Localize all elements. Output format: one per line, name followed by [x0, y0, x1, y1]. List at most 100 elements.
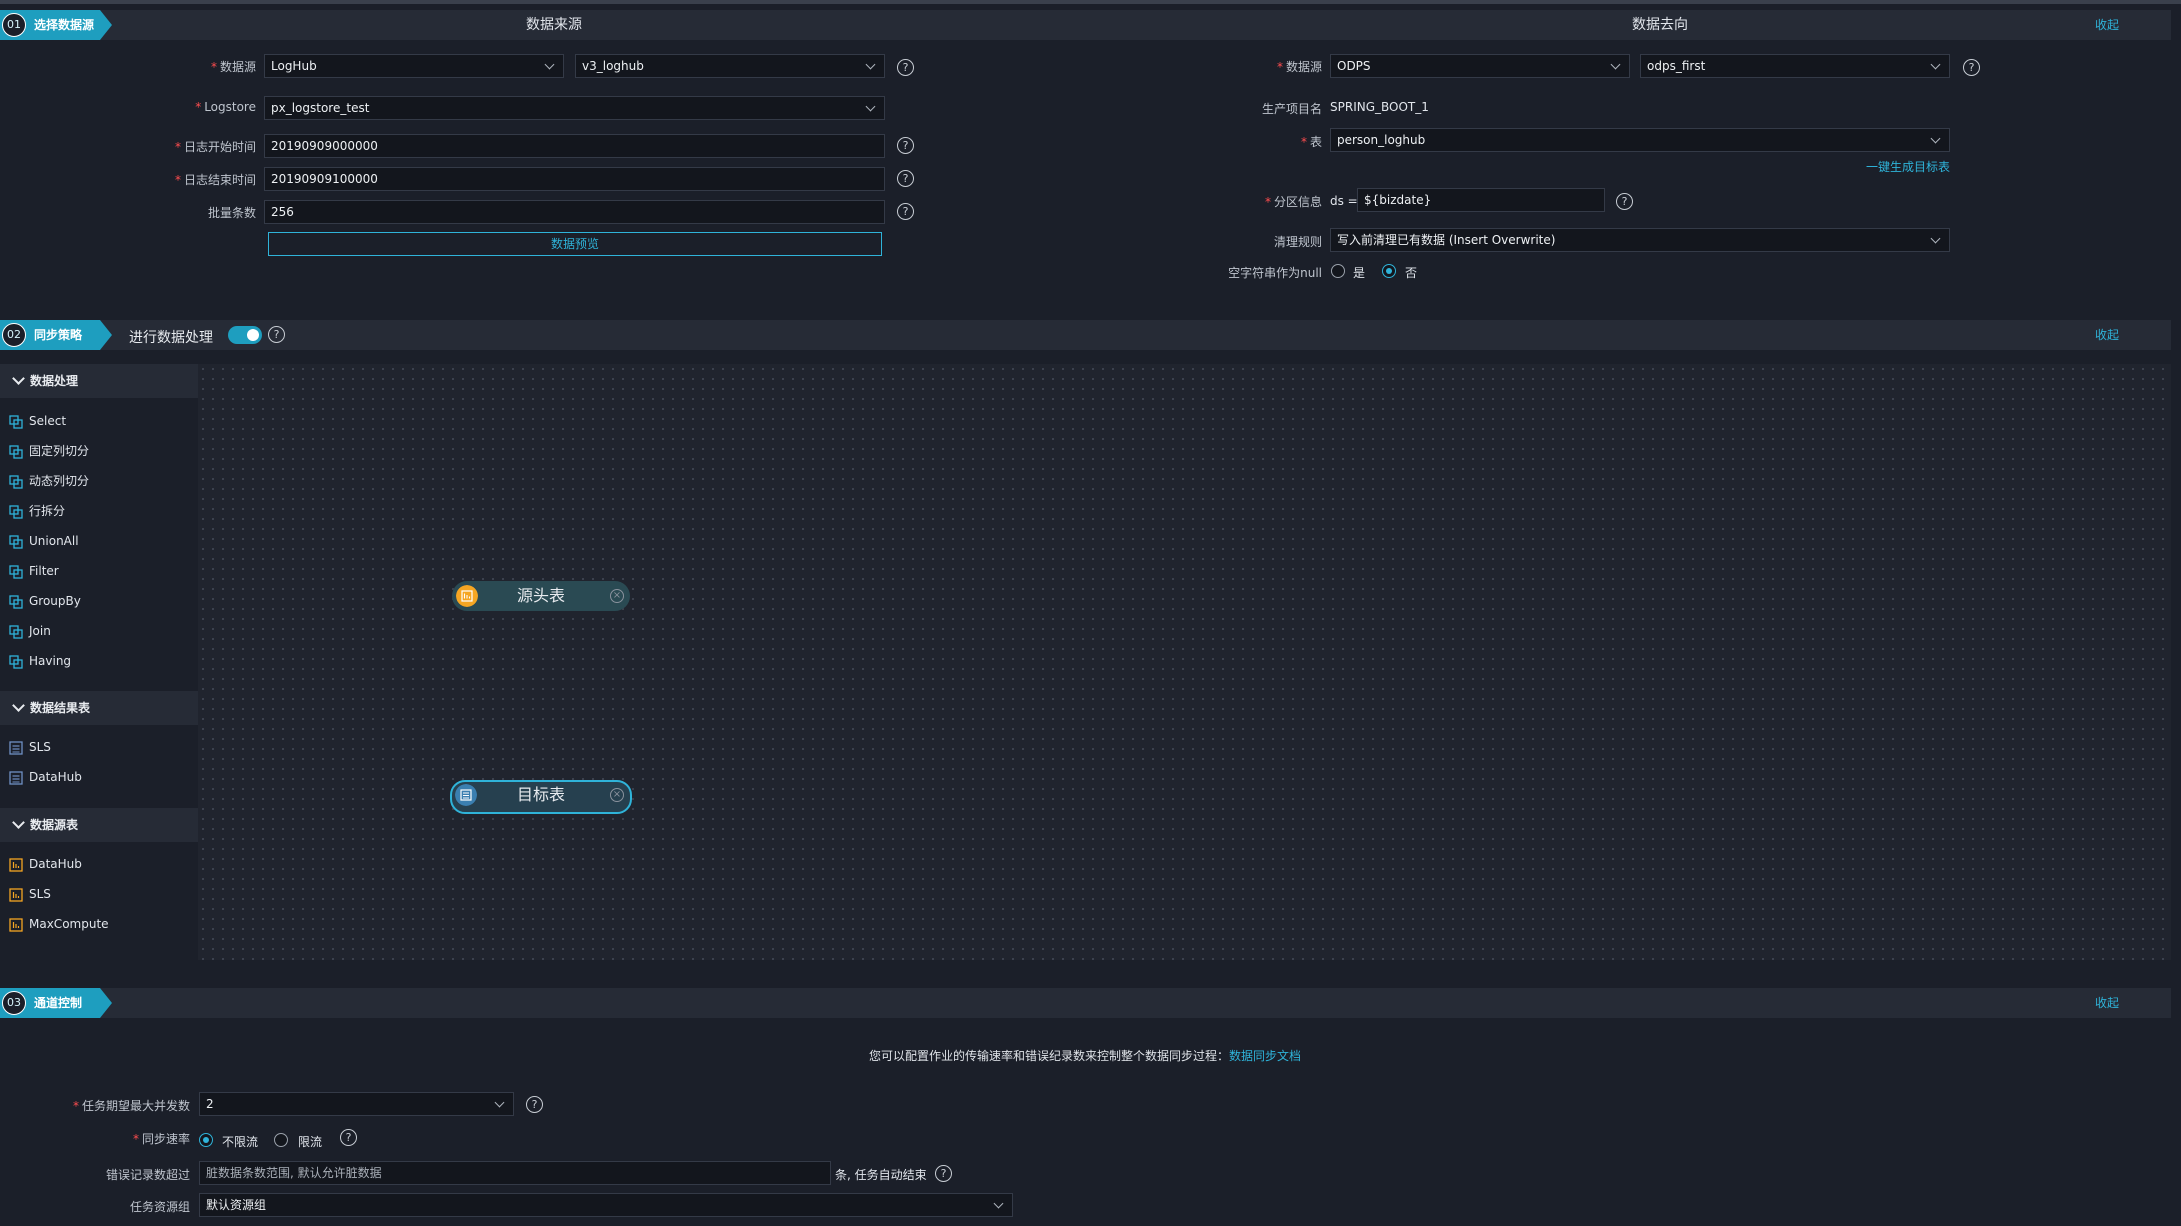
process-node-icon [9, 415, 23, 429]
partition-input[interactable]: ${bizdate} [1357, 188, 1605, 212]
sync-rate-label: * 同步速率 [132, 1132, 190, 1146]
empty-null-yes-label: 是 [1353, 266, 1366, 280]
close-icon[interactable]: × [610, 589, 624, 603]
target-table-label: * 表 [1300, 135, 1322, 149]
source-column-title: 数据来源 [526, 17, 582, 33]
question-circle-icon[interactable]: ? [897, 203, 914, 220]
error-limit-label: 错误记录数超过 [105, 1168, 190, 1182]
target-column-title: 数据去向 [1632, 17, 1688, 33]
sidebar-item-row-split[interactable]: 行拆分 [0, 498, 198, 524]
data-preview-button[interactable]: 数据预览 [268, 232, 882, 256]
source-table-icon [456, 585, 478, 607]
logstore-select[interactable]: px_logstore_test [264, 96, 885, 120]
sidebar-item-filter[interactable]: Filter [0, 558, 198, 584]
component-sidebar: 数据处理 Select 固定列切分 动态列切分 行拆分 UnionAll Fil… [0, 364, 198, 960]
process-node-icon [9, 625, 23, 639]
group-result-tables[interactable]: 数据结果表 [0, 691, 198, 725]
target-table-node[interactable]: 目标表 × [450, 780, 632, 814]
resource-group-label: 任务资源组 [129, 1200, 190, 1214]
sidebar-item-result-datahub[interactable]: DataHub [0, 764, 198, 790]
question-circle-icon[interactable]: ? [935, 1165, 952, 1182]
section-01-number: 01 [2, 13, 26, 37]
section-03-label: 通道控制 [34, 996, 83, 1010]
section-02-header: 02 同步策略 收起 [0, 320, 2171, 350]
log-end-time-input[interactable]: 20190909100000 [264, 167, 885, 191]
group-data-processing[interactable]: 数据处理 [0, 364, 198, 398]
question-circle-icon[interactable]: ? [897, 59, 914, 76]
source-table-icon [9, 888, 23, 902]
batch-size-label: 批量条数 [207, 206, 256, 220]
sidebar-item-groupby[interactable]: GroupBy [0, 588, 198, 614]
rate-unlimited-radio[interactable] [199, 1133, 213, 1147]
log-start-time-label: * 日志开始时间 [174, 140, 256, 154]
source-datasource-name-select[interactable]: v3_loghub [575, 54, 885, 78]
process-node-icon [9, 535, 23, 549]
source-datasource-type-select[interactable]: LogHub [264, 54, 564, 78]
section-02-label: 同步策略 [34, 328, 83, 342]
sidebar-item-source-sls[interactable]: SLS [0, 881, 198, 907]
rate-unlimited-label: 不限流 [222, 1135, 259, 1149]
resource-group-select[interactable]: 默认资源组 [199, 1193, 1013, 1217]
result-table-icon [9, 771, 23, 785]
question-circle-icon[interactable]: ? [268, 326, 285, 343]
section-01-header: 01 选择数据源 数据来源 数据去向 收起 [0, 10, 2171, 40]
concurrency-label: * 任务期望最大并发数 [72, 1099, 190, 1113]
logstore-label: * Logstore [195, 100, 256, 114]
question-circle-icon[interactable]: ? [340, 1129, 357, 1146]
empty-null-no-radio[interactable] [1382, 264, 1396, 278]
sidebar-item-join[interactable]: Join [0, 618, 198, 644]
question-circle-icon[interactable]: ? [1963, 59, 1980, 76]
group-source-tables[interactable]: 数据源表 [0, 808, 198, 842]
question-circle-icon[interactable]: ? [897, 170, 914, 187]
sidebar-item-dynamic-split[interactable]: 动态列切分 [0, 468, 198, 494]
sidebar-item-fixed-split[interactable]: 固定列切分 [0, 438, 198, 464]
section-02-collapse-link[interactable]: 收起 [2095, 320, 2119, 350]
log-end-time-label: * 日志结束时间 [174, 173, 256, 187]
section-03-number: 03 [2, 991, 26, 1015]
empty-null-no-label: 否 [1405, 266, 1418, 280]
sidebar-item-result-sls[interactable]: SLS [0, 734, 198, 760]
sync-docs-link[interactable]: 数据同步文档 [1229, 1049, 1301, 1063]
sidebar-item-having[interactable]: Having [0, 648, 198, 674]
target-table-select[interactable]: person_loghub [1330, 128, 1950, 152]
flow-canvas[interactable]: 源头表 × 目标表 × [198, 364, 2171, 960]
partition-prefix: ds = [1330, 194, 1358, 208]
target-datasource-label: * 数据源 [1276, 60, 1322, 74]
process-node-icon [9, 445, 23, 459]
error-limit-suffix: 条, 任务自动结束 [835, 1168, 927, 1182]
batch-size-input[interactable]: 256 [264, 200, 885, 224]
source-table-icon [9, 918, 23, 932]
generate-target-table-link[interactable]: 一键生成目标表 [1866, 158, 1950, 175]
sidebar-item-unionall[interactable]: UnionAll [0, 528, 198, 554]
concurrency-select[interactable]: 2 [199, 1092, 514, 1116]
target-datasource-name-select[interactable]: odps_first [1640, 54, 1950, 78]
process-node-icon [9, 565, 23, 579]
close-icon[interactable]: × [610, 788, 624, 802]
sidebar-item-source-datahub[interactable]: DataHub [0, 851, 198, 877]
rate-limited-label: 限流 [298, 1135, 323, 1149]
section-03-header: 03 通道控制 收起 [0, 988, 2171, 1018]
partition-label: * 分区信息 [1264, 195, 1322, 209]
target-datasource-type-select[interactable]: ODPS [1330, 54, 1630, 78]
empty-null-yes-radio[interactable] [1331, 264, 1345, 278]
source-table-node[interactable]: 源头表 × [452, 581, 630, 611]
clean-rule-select[interactable]: 写入前清理已有数据 (Insert Overwrite) [1330, 228, 1950, 252]
result-table-icon [455, 784, 477, 806]
section-03-tag: 03 通道控制 [0, 988, 112, 1018]
project-name-label: 生产项目名 [1261, 102, 1322, 116]
question-circle-icon[interactable]: ? [1616, 193, 1633, 210]
channel-notice: 您可以配置作业的传输速率和错误纪录数来控制整个数据同步过程：数据同步文档 [869, 1049, 1302, 1063]
question-circle-icon[interactable]: ? [897, 137, 914, 154]
data-processing-toggle[interactable] [228, 326, 262, 344]
section-01-collapse-link[interactable]: 收起 [2095, 10, 2119, 40]
result-table-icon [9, 741, 23, 755]
log-start-time-input[interactable]: 20190909000000 [264, 134, 885, 158]
top-bar [0, 0, 2181, 4]
error-limit-input[interactable]: 脏数据条数范围, 默认允许脏数据 [199, 1161, 831, 1185]
sidebar-item-source-maxcompute[interactable]: MaxCompute [0, 911, 198, 937]
rate-limited-radio[interactable] [274, 1133, 288, 1147]
question-circle-icon[interactable]: ? [526, 1096, 543, 1113]
sidebar-item-select[interactable]: Select [0, 408, 198, 434]
section-03-collapse-link[interactable]: 收起 [2095, 988, 2119, 1018]
process-node-icon [9, 655, 23, 669]
